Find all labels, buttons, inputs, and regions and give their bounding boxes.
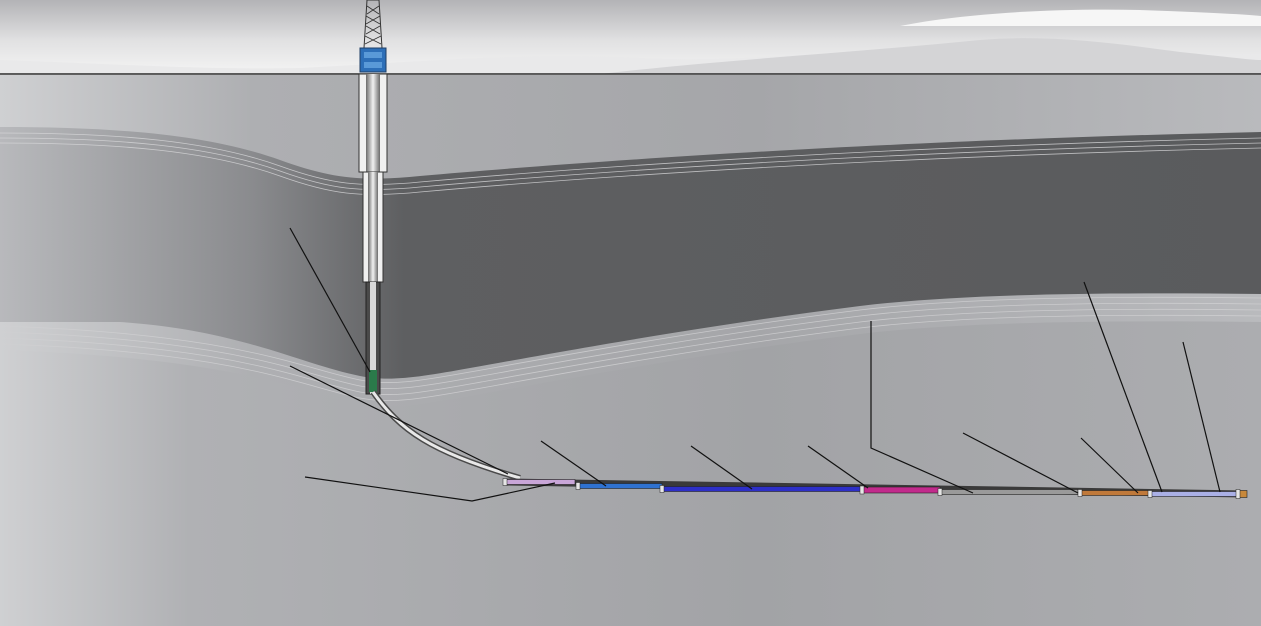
magenta-tool-joint — [859, 485, 865, 495]
mwd-tool — [577, 483, 663, 489]
lavender-tool — [1149, 491, 1239, 497]
drill-pipe-blue — [661, 486, 863, 492]
grey-tool-joint — [937, 488, 943, 496]
lavender-tool-joint — [1147, 490, 1153, 498]
horizontal-well-diagram — [0, 0, 1261, 626]
mwd-tool-joint — [575, 482, 581, 490]
curve-section-joint — [502, 478, 508, 486]
grey-tool — [939, 489, 1079, 495]
curve-section — [504, 479, 576, 485]
bit-joint — [1235, 489, 1241, 499]
drill-pipe-blue-joint — [659, 485, 665, 493]
sky — [0, 0, 1261, 75]
copper-tool-joint — [1077, 489, 1083, 497]
magenta-tool — [861, 486, 941, 494]
copper-tool — [1079, 490, 1151, 496]
